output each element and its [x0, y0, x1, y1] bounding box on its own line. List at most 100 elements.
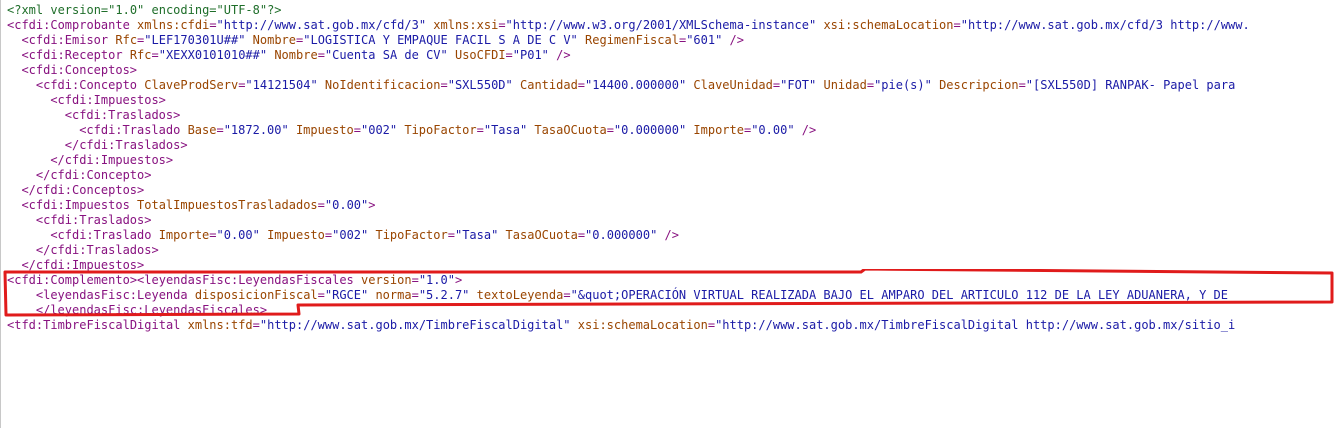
xml-tag-token: >: [454, 273, 463, 287]
xml-tag-token: =: [447, 228, 455, 242]
xml-tag-token: =: [577, 78, 586, 92]
xml-attribute-value: "002": [332, 228, 369, 242]
xml-tag-token: =: [353, 123, 361, 137]
xml-attribute-name: Rfc: [108, 33, 138, 47]
xml-attribute-value: "0.000000": [613, 123, 687, 137]
xml-attribute-name: Nombre: [245, 33, 297, 47]
xml-attribute-value: "Tasa": [483, 123, 528, 137]
xml-attribute-name: Importe: [686, 123, 744, 137]
xml-line: </cfdi:Traslados>: [65, 138, 188, 153]
xml-attribute-value: "Tasa": [454, 228, 499, 242]
xml-attribute-value: "FOT": [780, 78, 817, 92]
xml-tag-token: =: [209, 18, 217, 32]
xml-attribute-value: "http://www.w3.org/2001/XMLSchema-instan…: [505, 18, 817, 32]
xml-tag-token: =: [317, 198, 325, 212]
xml-tag-token: =: [606, 123, 614, 137]
xml-attribute-name: xsi:schemaLocation: [570, 318, 708, 332]
xml-tag-token: =: [476, 123, 484, 137]
xml-attribute-name: xmlns:tfd: [180, 318, 253, 332]
xml-line: <cfdi:Concepto ClaveProdServ="14121504" …: [36, 78, 1235, 93]
xml-tag-token: <cfdi:Comprobante: [7, 18, 130, 32]
xml-tag-token: </cfdi:Traslados>: [35, 243, 159, 257]
xml-line: </cfdi:Concepto>: [36, 168, 152, 183]
xml-attribute-value: "&quot;OPERACIÓN VIRTUAL REALIZADA BAJO …: [570, 288, 1229, 302]
xml-attribute-name: xsi:schemaLocation: [816, 18, 954, 32]
xml-attribute-name: NoIdentificacion: [317, 78, 441, 92]
xml-attribute-name: Cantidad: [512, 78, 578, 92]
xml-tag-token: =: [411, 288, 419, 302]
xml-attribute-value: "LOGISTICA Y EMPAQUE FACIL S A DE C V": [303, 33, 578, 47]
xml-attribute-value: "0.000000": [585, 228, 658, 242]
xml-tag-token: >: [368, 198, 376, 212]
xml-attribute-value: "601": [686, 33, 723, 47]
xml-attribute-value: "http://www.sat.gob.mx/TimbreFiscalDigit…: [715, 318, 1236, 332]
xml-attribute-name: version: [353, 273, 412, 287]
xml-tag-token: <cfdi:Traslado: [50, 228, 152, 242]
xml-attribute-name: Base: [180, 123, 217, 137]
xml-tag-token: <tfd:TimbreFiscalDigital: [7, 318, 181, 332]
xml-tag-token: =: [317, 288, 325, 302]
xml-attribute-name: Unidad: [816, 78, 867, 92]
xml-attribute-name: RegimenFiscal: [577, 33, 679, 47]
xml-tag-token: =: [216, 123, 224, 137]
xml-attribute-value: "RGCE": [324, 288, 369, 302]
xml-tag-token: =: [505, 48, 513, 62]
xml-attribute-value: "0.00": [216, 228, 260, 242]
xml-attribute-value: "LEF170301U##": [144, 33, 246, 47]
xml-line: </cfdi:Impuestos>: [21, 258, 144, 273]
xml-attribute-name: TasaOCuota: [498, 228, 578, 242]
xml-line: <cfdi:Impuestos>: [50, 93, 166, 108]
xml-attribute-name: Nombre: [267, 48, 318, 62]
xml-line: <cfdi:Traslados>: [36, 213, 152, 228]
xml-attribute-value: "XEXX0101010##": [158, 48, 268, 62]
xml-attribute-value: "002": [361, 123, 398, 137]
xml-tag-token: <cfdi:Traslado: [79, 123, 181, 137]
xml-attribute-name: TotalImpuestosTrasladados: [129, 198, 318, 212]
xml-attribute-value: "1872.00": [223, 123, 289, 137]
xml-attribute-value: "1.0": [418, 273, 455, 287]
xml-tag-token: =: [866, 78, 875, 92]
xml-attribute-value: "http://www.sat.gob.mx/cfd/3 http://www.: [960, 18, 1250, 32]
xml-attribute-name: Impuesto: [288, 123, 354, 137]
xml-line: </cfdi:Impuestos>: [50, 153, 173, 168]
xml-tag-token: </leyendasFisc:LeyendasFiscales>: [35, 303, 268, 317]
xml-tag-token: =: [498, 18, 506, 32]
xml-line: <tfd:TimbreFiscalDigital xmlns:tfd="http…: [7, 318, 1235, 333]
xml-tag-token: </cfdi:Impuestos>: [50, 153, 174, 167]
xml-attribute-name: norma: [368, 288, 412, 302]
xml-viewer: <?xml version="1.0" encoding="UTF-8"?> <c…: [0, 0, 1336, 428]
xml-line: <?xml version="1.0" encoding="UTF-8"?>: [7, 3, 282, 18]
xml-tag-token: <cfdi:Impuestos>: [50, 93, 166, 107]
xml-attribute-name: disposicionFiscal: [187, 288, 318, 302]
xml-tag-token: </cfdi:Concepto>: [35, 168, 152, 182]
xml-line: <cfdi:Complemento><leyendasFisc:Leyendas…: [7, 273, 462, 288]
xml-attribute-name: UsoCFDI: [447, 48, 506, 62]
xml-attribute-value: "[SXL550D] RANPAK- Papel para: [1025, 78, 1236, 92]
xml-attribute-name: textoLeyenda: [469, 288, 564, 302]
xml-attribute-name: Rfc: [122, 48, 152, 62]
xml-attribute-name: ClaveProdServ: [137, 78, 239, 92]
xml-attribute-value: "Cuenta SA de CV": [324, 48, 448, 62]
xml-attribute-name: Importe: [151, 228, 210, 242]
xml-tag-token: <cfdi:Impuestos: [21, 198, 130, 212]
xml-attribute-name: TipoFactor: [368, 228, 448, 242]
xml-attribute-name: Impuesto: [259, 228, 325, 242]
xml-attribute-value: "SXL550D": [447, 78, 513, 92]
xml-tag-token: </cfdi:Conceptos>: [21, 183, 145, 197]
xml-line: <leyendasFisc:Leyenda disposicionFiscal=…: [36, 288, 1228, 303]
xml-attribute-value: "http://www.sat.gob.mx/TimbreFiscalDigit…: [259, 318, 571, 332]
xml-attribute-value: "5.2.7": [418, 288, 470, 302]
xml-tag-token: <cfdi:Receptor: [21, 48, 123, 62]
xml-tag-token: <cfdi:Emisor: [21, 33, 109, 47]
xml-line: </cfdi:Conceptos>: [21, 183, 144, 198]
xml-tag-token: </cfdi:Impuestos>: [21, 258, 145, 272]
xml-attribute-value: "pie(s)": [874, 78, 932, 92]
xml-attribute-name: Descripcion: [931, 78, 1019, 92]
xml-line: <cfdi:Traslado Base="1872.00" Impuesto="…: [79, 123, 816, 138]
xml-attribute-value: "14121504": [245, 78, 318, 92]
xml-tag-token: =: [577, 228, 586, 242]
xml-tag-token: <cfdi:Traslados>: [35, 213, 152, 227]
xml-attribute-value: "P01": [512, 48, 549, 62]
xml-attribute-name: xmlns:cfdi: [129, 18, 210, 32]
xml-tag-token: />: [657, 228, 679, 242]
